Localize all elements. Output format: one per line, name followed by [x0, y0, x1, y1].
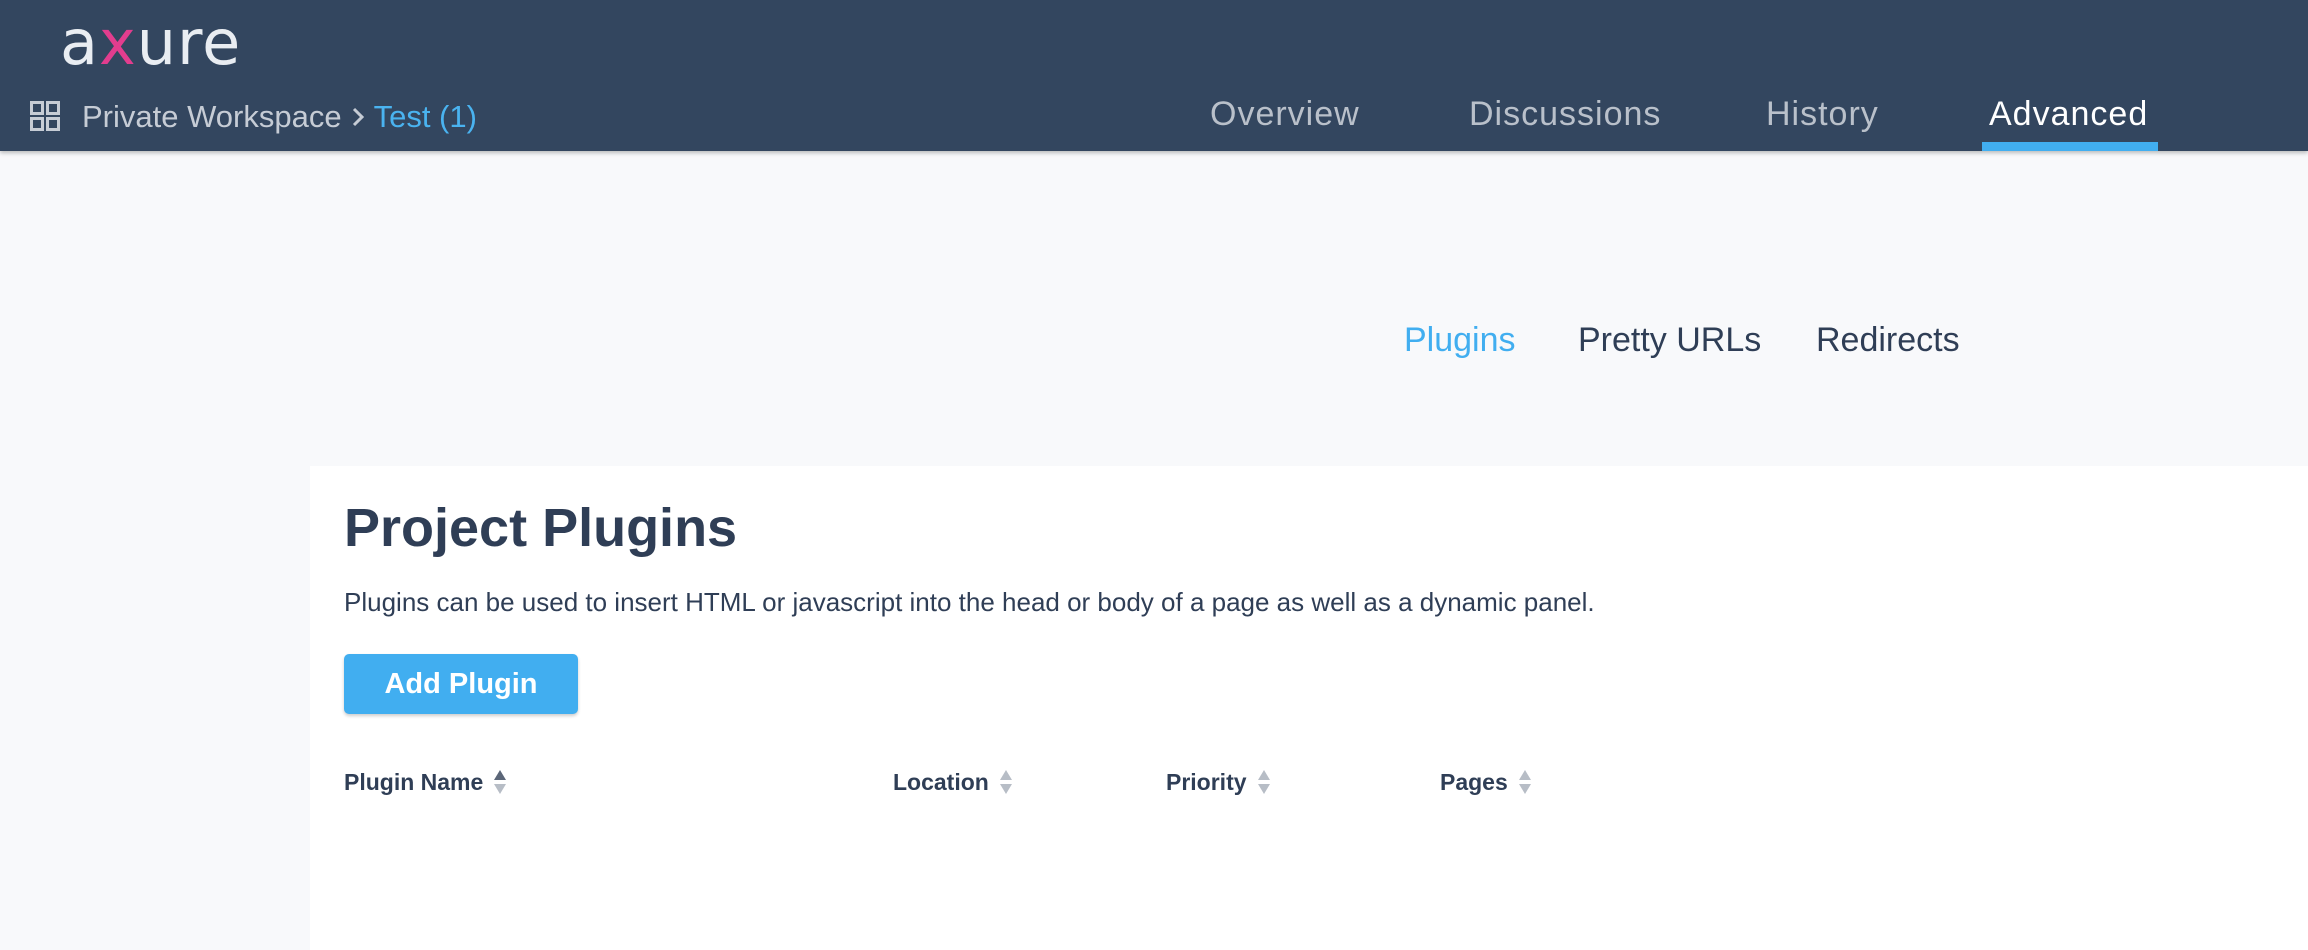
- page-title: Project Plugins: [344, 498, 738, 558]
- column-header-label: Location: [893, 769, 989, 795]
- tab-advanced[interactable]: Advanced: [1989, 94, 2148, 134]
- sort-icon: [999, 770, 1012, 794]
- chevron-right-icon: [352, 107, 364, 127]
- plugins-panel: Project Plugins Plugins can be used to i…: [310, 466, 2308, 950]
- top-header: axure Private Workspace Test (1) Overvie…: [0, 0, 2308, 151]
- active-tab-indicator: [1982, 142, 2158, 151]
- breadcrumb-project[interactable]: Test (1): [374, 97, 477, 137]
- sort-icon: [1518, 770, 1531, 794]
- subtab-redirects[interactable]: Redirects: [1816, 318, 1960, 362]
- column-header-pages[interactable]: Pages: [1440, 766, 1532, 798]
- page-description: Plugins can be used to insert HTML or ja…: [344, 587, 1595, 617]
- subtab-pretty-urls[interactable]: Pretty URLs: [1578, 318, 1761, 362]
- column-header-label: Priority: [1166, 769, 1247, 795]
- logo-letters-ure: ure: [136, 6, 242, 79]
- subtab-plugins[interactable]: Plugins: [1404, 318, 1516, 362]
- breadcrumb-workspace[interactable]: Private Workspace: [82, 97, 342, 137]
- breadcrumb: Private Workspace Test (1): [82, 97, 477, 137]
- column-header-plugin-name[interactable]: Plugin Name: [344, 766, 507, 798]
- logo-letter-a: a: [60, 6, 99, 79]
- sort-icon: [1257, 770, 1270, 794]
- column-header-label: Plugin Name: [344, 769, 484, 795]
- tab-discussions[interactable]: Discussions: [1469, 94, 1661, 134]
- column-header-location[interactable]: Location: [893, 766, 1013, 798]
- add-plugin-button[interactable]: Add Plugin: [344, 654, 578, 714]
- sort-ascending-icon: [494, 770, 507, 794]
- axure-logo[interactable]: axure: [60, 8, 241, 78]
- column-header-priority[interactable]: Priority: [1166, 766, 1271, 798]
- workspace-grid-icon[interactable]: [30, 101, 60, 131]
- tab-overview[interactable]: Overview: [1210, 94, 1360, 134]
- logo-letter-x: x: [99, 6, 137, 79]
- column-header-label: Pages: [1440, 769, 1508, 795]
- tab-history[interactable]: History: [1766, 94, 1879, 134]
